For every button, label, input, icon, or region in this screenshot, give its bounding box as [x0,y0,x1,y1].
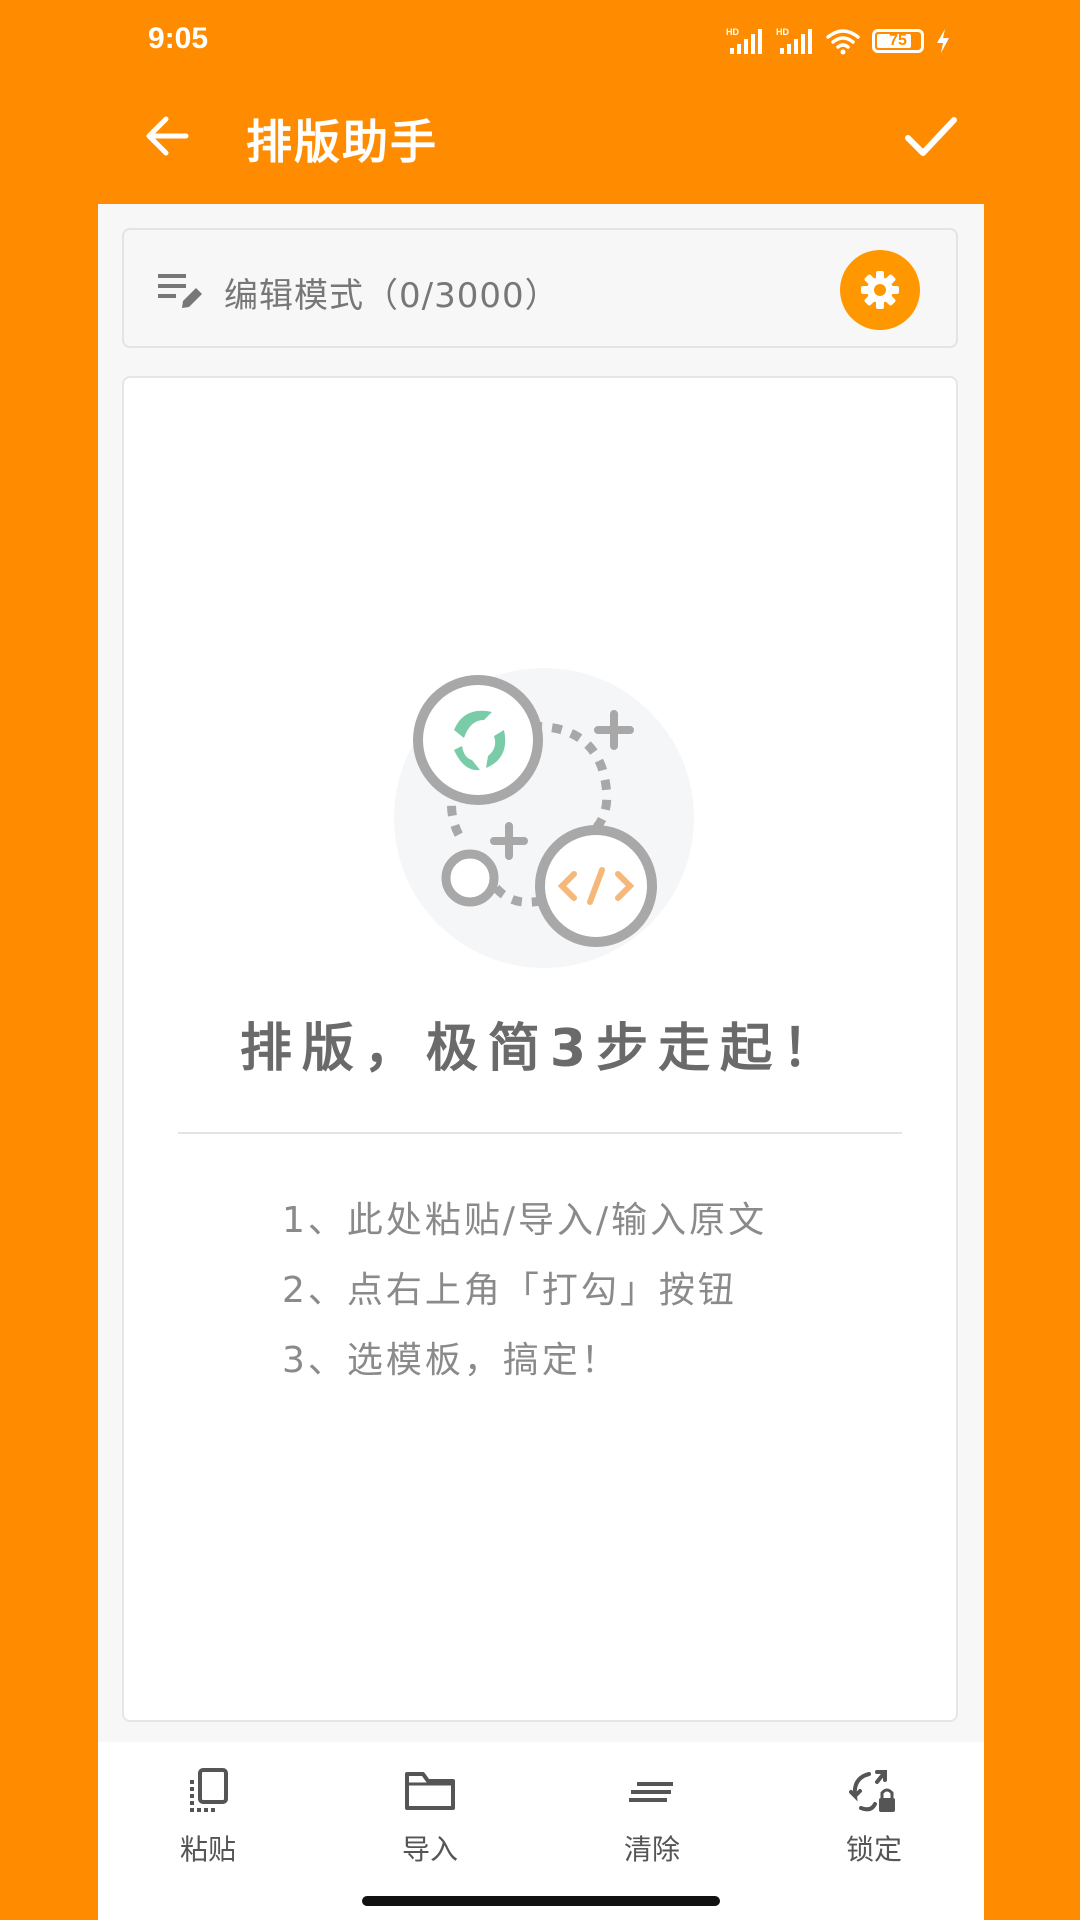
status-bar: 9:05 HD HD 75 [0,0,1080,84]
placeholder-headline: 排版，极简3步走起！ [239,1019,845,1079]
folder-icon [405,1772,455,1810]
rotation-lock-icon [849,1770,895,1812]
check-icon[interactable] [898,104,962,168]
bottom-toolbar: 粘贴 导入 清除 锁定 [98,1742,984,1920]
mode-bar: 编辑模式（0/3000） [122,228,958,348]
divider [178,1132,902,1134]
placeholder-steps: 1、此处粘贴/导入/输入原文 2、点右上角「打勾」按钮 3、选模板，搞定！ [282,1186,882,1396]
status-time: 9:05 [148,22,209,55]
hd-signal-icon: HD [726,27,762,54]
screen: 9:05 HD HD 75 排版助手 编辑模式（0/3000） 排版，极简3步走… [0,0,1080,1920]
app-bar: 排版助手 [0,84,1080,204]
settings-button[interactable] [840,250,920,330]
paste-label: 粘贴 [179,1833,236,1866]
status-icons: HD HD 75 [726,26,950,56]
content-panel: 编辑模式（0/3000） 排版，极简3步走起！ 1、此处粘贴/导入/输入原文 2… [98,204,984,1920]
step-item: 3、选模板，搞定！ [282,1340,620,1381]
clear-label: 清除 [623,1833,680,1866]
mode-label: 编辑模式（0/3000） [224,276,560,316]
paste-icon [190,1768,228,1812]
clear-lines-icon [629,1782,673,1802]
edit-notes-icon [158,274,202,308]
battery-level: 75 [889,32,907,49]
page-title: 排版助手 [246,115,438,169]
step-item: 2、点右上角「打勾」按钮 [282,1270,737,1311]
clear-button[interactable]: 清除 [582,1768,722,1868]
svg-text:HD: HD [776,27,789,37]
hd-signal-icon: HD [776,27,812,54]
battery-icon: 75 [872,29,924,53]
step-item: 1、此处粘贴/导入/输入原文 [282,1200,768,1241]
lock-label: 锁定 [845,1833,902,1866]
wifi-icon [826,29,860,55]
import-button[interactable]: 导入 [360,1768,500,1868]
home-indicator[interactable] [362,1896,720,1906]
svg-text:HD: HD [726,27,739,37]
workflow-illustration [394,668,694,968]
charging-icon [937,29,949,53]
gear-icon [861,271,899,309]
import-label: 导入 [401,1833,458,1866]
editor-area[interactable]: 排版，极简3步走起！ 1、此处粘贴/导入/输入原文 2、点右上角「打勾」按钮 3… [122,376,958,1722]
paste-button[interactable]: 粘贴 [138,1768,278,1868]
arrow-left-icon[interactable] [138,106,198,166]
lock-button[interactable]: 锁定 [804,1768,944,1868]
